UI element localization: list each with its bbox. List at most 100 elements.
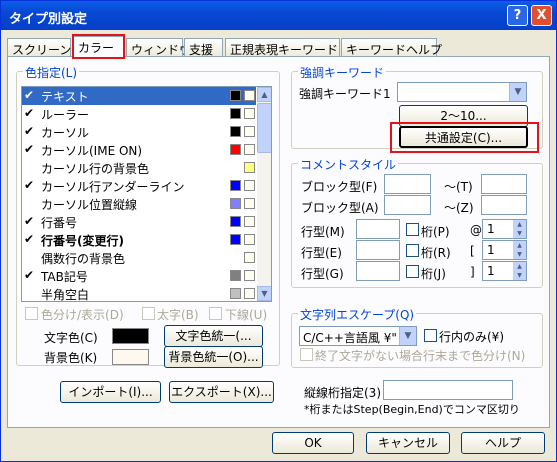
- import-button[interactable]: インポート(I)...: [60, 381, 161, 403]
- color-list-item-label: カーソル行の背景色: [41, 162, 150, 176]
- color-list-item-label: 行番号(変更行): [41, 234, 124, 248]
- line2-col-stepper[interactable]: 1 ▲ ▼: [482, 240, 527, 260]
- bg-swatch: [244, 144, 255, 155]
- ok-button[interactable]: OK: [272, 432, 354, 454]
- color-list-item[interactable]: ✔ テキスト: [22, 87, 256, 105]
- color-item-list[interactable]: ✔ テキスト ✔ ルーラー ✔ カーソル ✔ カーソル(IME ON) カーソル行の背景色 ✔ カー…: [21, 86, 272, 302]
- no-end-label: 終了文字がない場合行末まで色分け(N): [315, 349, 526, 363]
- cancel-button[interactable]: キャンセル: [366, 432, 450, 454]
- escape-style-value: C/C++言語風 ¥": [303, 331, 397, 345]
- line1-col-checkbox[interactable]: [406, 223, 419, 236]
- bg-swatch: [244, 270, 255, 281]
- color-list-item[interactable]: ✔ カーソル: [22, 123, 256, 141]
- tab-screen[interactable]: スクリーン: [7, 38, 71, 57]
- spin-arrows-icon[interactable]: ▲ ▼: [513, 241, 526, 259]
- line1-col-label: 桁(P): [421, 225, 450, 239]
- no-end-checkbox[interactable]: [300, 348, 313, 361]
- bg-swatch: [244, 180, 255, 191]
- scroll-thumb[interactable]: [257, 103, 271, 153]
- text-color-unify-button[interactable]: 文字色統一(...: [164, 325, 263, 347]
- color-list-item[interactable]: 偶数行の背景色: [22, 249, 256, 267]
- keyword1-label: 強調キーワード1: [299, 87, 391, 101]
- fg-swatch: [230, 270, 241, 281]
- color-list-item[interactable]: カーソル位置縦線: [22, 195, 256, 213]
- help-title-button[interactable]: ?: [507, 5, 528, 26]
- check-mark-icon: ✔: [24, 124, 35, 138]
- color-list-item-label: TAB記号: [41, 270, 88, 284]
- line1-input[interactable]: [356, 219, 400, 239]
- help-button[interactable]: ヘルプ: [461, 432, 545, 454]
- vline-label: 縦線桁指定(3): [304, 386, 381, 400]
- line1-label: 行型(M): [301, 225, 345, 239]
- chevron-down-icon[interactable]: ▼: [399, 327, 416, 345]
- scroll-down-icon[interactable]: ▼: [257, 286, 271, 301]
- line2-sym: [: [470, 244, 475, 258]
- line3-sym: ]: [470, 265, 475, 279]
- bold-label: 太字(B): [157, 308, 199, 322]
- color-list-item-label: カーソル位置縦線: [41, 198, 138, 212]
- keyword1-select[interactable]: ▼: [397, 82, 527, 102]
- block2-label: ブロック型(A): [301, 201, 379, 215]
- color-list-item[interactable]: ✔ カーソル行アンダーライン: [22, 177, 256, 195]
- block2-end-input[interactable]: [481, 195, 527, 215]
- color-list-item[interactable]: ✔ カーソル(IME ON): [22, 141, 256, 159]
- common-settings-highlight-box: [390, 122, 539, 153]
- tab-keyword-help[interactable]: キーワードヘルプ: [341, 38, 442, 57]
- escape-style-select[interactable]: C/C++言語風 ¥" ▼: [299, 326, 417, 346]
- spin-arrows-icon[interactable]: ▲ ▼: [513, 262, 526, 280]
- scroll-up-icon[interactable]: ▲: [257, 87, 271, 102]
- fg-swatch: [230, 234, 241, 245]
- line2-col-checkbox[interactable]: [406, 244, 419, 257]
- line1-col-stepper[interactable]: 1 ▲ ▼: [482, 219, 527, 239]
- show-label: 色分け/表示(D): [41, 308, 124, 322]
- block1-to-label: 〜(T): [444, 180, 473, 194]
- color-list-item-label: カーソル(IME ON): [41, 144, 143, 158]
- color-list-item[interactable]: カーソル行の背景色: [22, 159, 256, 177]
- text-color-swatch[interactable]: [112, 328, 149, 344]
- bg-swatch: [244, 252, 255, 263]
- color-list-item-label: 行番号: [41, 216, 78, 230]
- check-mark-icon: ✔: [24, 142, 35, 156]
- block1-start-input[interactable]: [384, 174, 431, 194]
- chevron-down-icon[interactable]: ▼: [509, 83, 526, 101]
- check-mark-icon: ✔: [24, 178, 35, 192]
- line3-col-stepper[interactable]: 1 ▲ ▼: [482, 261, 527, 281]
- export-button[interactable]: エクスポート(X)...: [169, 381, 274, 403]
- check-mark-icon: ✔: [24, 106, 35, 120]
- color-list-item[interactable]: 半角空白: [22, 285, 256, 301]
- vline-hint: *桁またはStep(Begin,End)でコンマ区切り: [304, 403, 520, 416]
- bg-swatch: [244, 198, 255, 209]
- show-checkbox[interactable]: [25, 307, 38, 320]
- color-list-item[interactable]: ✔ TAB記号: [22, 267, 256, 285]
- tab-highlight-box: [72, 34, 125, 59]
- spin-arrows-icon[interactable]: ▲ ▼: [513, 220, 526, 238]
- line3-label: 行型(G): [301, 267, 344, 281]
- escape-group-legend: 文字列エスケープ(Q): [298, 306, 417, 323]
- bg-color-swatch[interactable]: [112, 349, 149, 365]
- line3-col-checkbox[interactable]: [406, 265, 419, 278]
- block1-end-input[interactable]: [481, 174, 527, 194]
- color-group-legend: 色指定(L): [23, 64, 80, 81]
- inline-only-checkbox[interactable]: [424, 329, 437, 342]
- block2-start-input[interactable]: [384, 195, 431, 215]
- color-list-item[interactable]: ✔ 行番号(変更行): [22, 231, 256, 249]
- bg-swatch: [244, 162, 255, 173]
- tab-support[interactable]: 支援: [184, 38, 223, 57]
- window-title: タイプ別設定: [9, 12, 88, 27]
- color-list-item[interactable]: ✔ 行番号: [22, 213, 256, 231]
- bold-checkbox[interactable]: [142, 307, 155, 320]
- tab-regex-keyword[interactable]: 正規表現キーワード: [225, 38, 340, 57]
- close-title-button[interactable]: X: [531, 5, 552, 26]
- list-scrollbar[interactable]: ▲ ▼: [257, 87, 271, 301]
- vline-input[interactable]: [383, 380, 513, 400]
- fg-swatch: [230, 126, 241, 137]
- underline-checkbox[interactable]: [209, 307, 222, 320]
- line2-input[interactable]: [356, 240, 400, 260]
- color-list-item[interactable]: ✔ ルーラー: [22, 105, 256, 123]
- tab-window[interactable]: ウィンドウ: [126, 38, 191, 57]
- fg-swatch: [230, 198, 241, 209]
- line3-input[interactable]: [356, 261, 400, 281]
- bg-color-unify-button[interactable]: 背景色統一(O)...: [164, 346, 263, 368]
- line1-sym: @: [470, 223, 482, 237]
- line3-col-label: 桁(J): [421, 267, 446, 281]
